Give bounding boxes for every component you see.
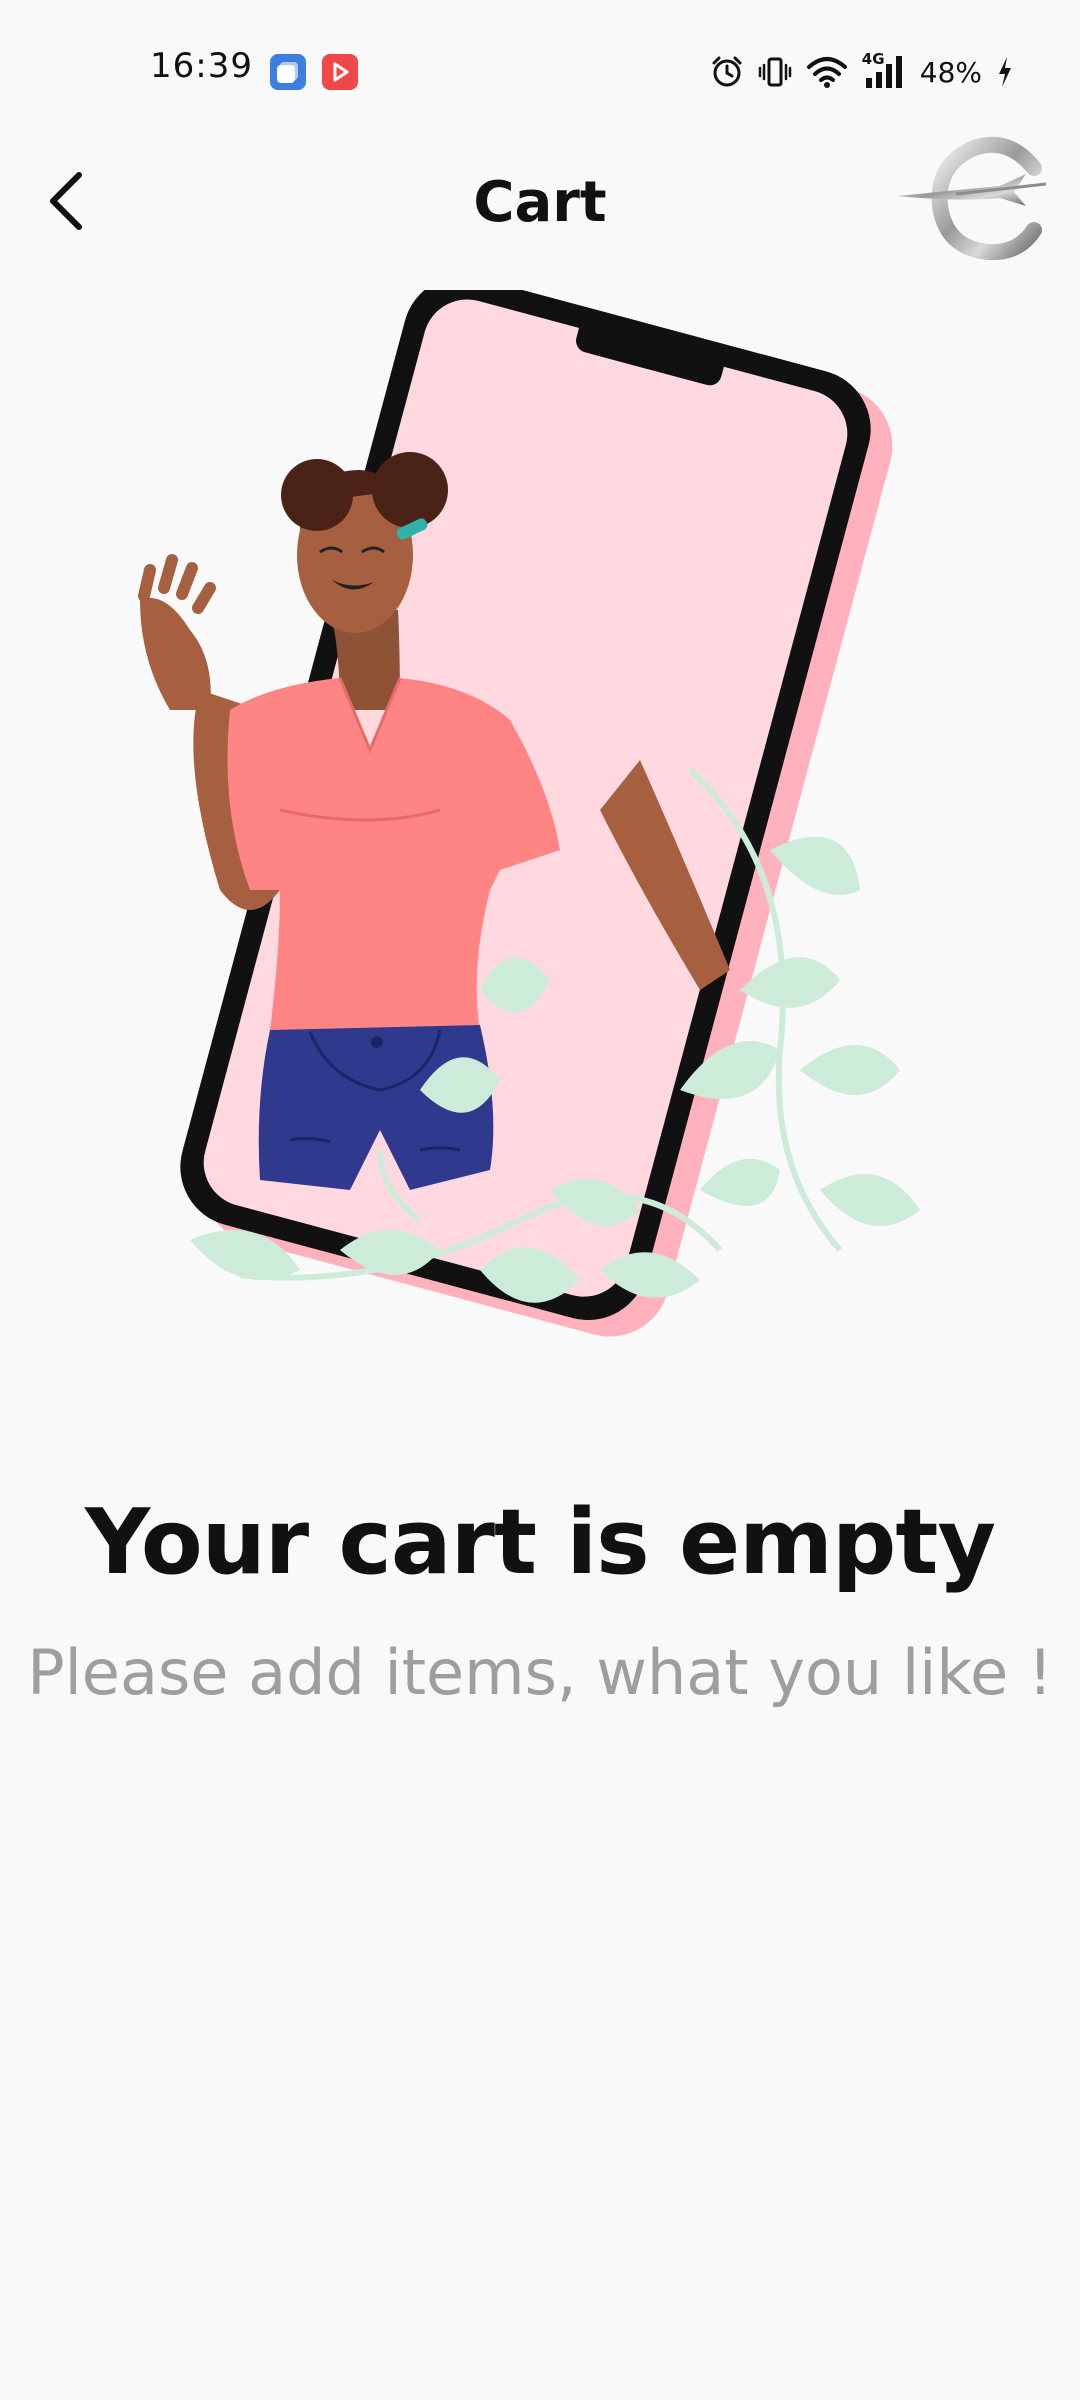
- charging-icon: [996, 55, 1014, 89]
- vibrate-icon: [758, 55, 792, 89]
- status-bar: 16:39 4G 48%: [0, 0, 1080, 140]
- 4g-signal-icon: 4G: [862, 50, 906, 90]
- empty-cart-subtitle: Please add items, what you like !: [27, 1636, 1053, 1709]
- wifi-icon: [806, 55, 848, 89]
- status-indicators: 4G 48%: [710, 50, 1014, 92]
- empty-cart-title: Your cart is empty: [84, 1490, 996, 1595]
- brand-logo: [896, 130, 1056, 270]
- youtube-app-icon: [322, 54, 358, 90]
- alarm-icon: [710, 55, 744, 89]
- empty-cart-illustration: [80, 276, 1000, 1410]
- status-time: 16:39: [150, 46, 253, 86]
- notification-app-icon: [270, 54, 306, 90]
- app-header: Cart: [0, 136, 1080, 270]
- battery-percent: 48%: [919, 55, 982, 89]
